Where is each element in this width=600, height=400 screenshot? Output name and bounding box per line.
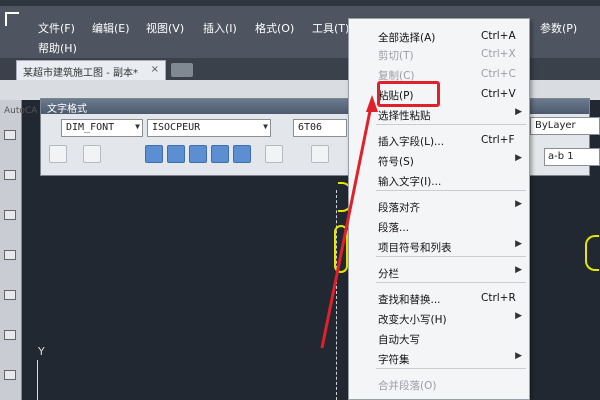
annotation-arrow <box>320 95 378 349</box>
